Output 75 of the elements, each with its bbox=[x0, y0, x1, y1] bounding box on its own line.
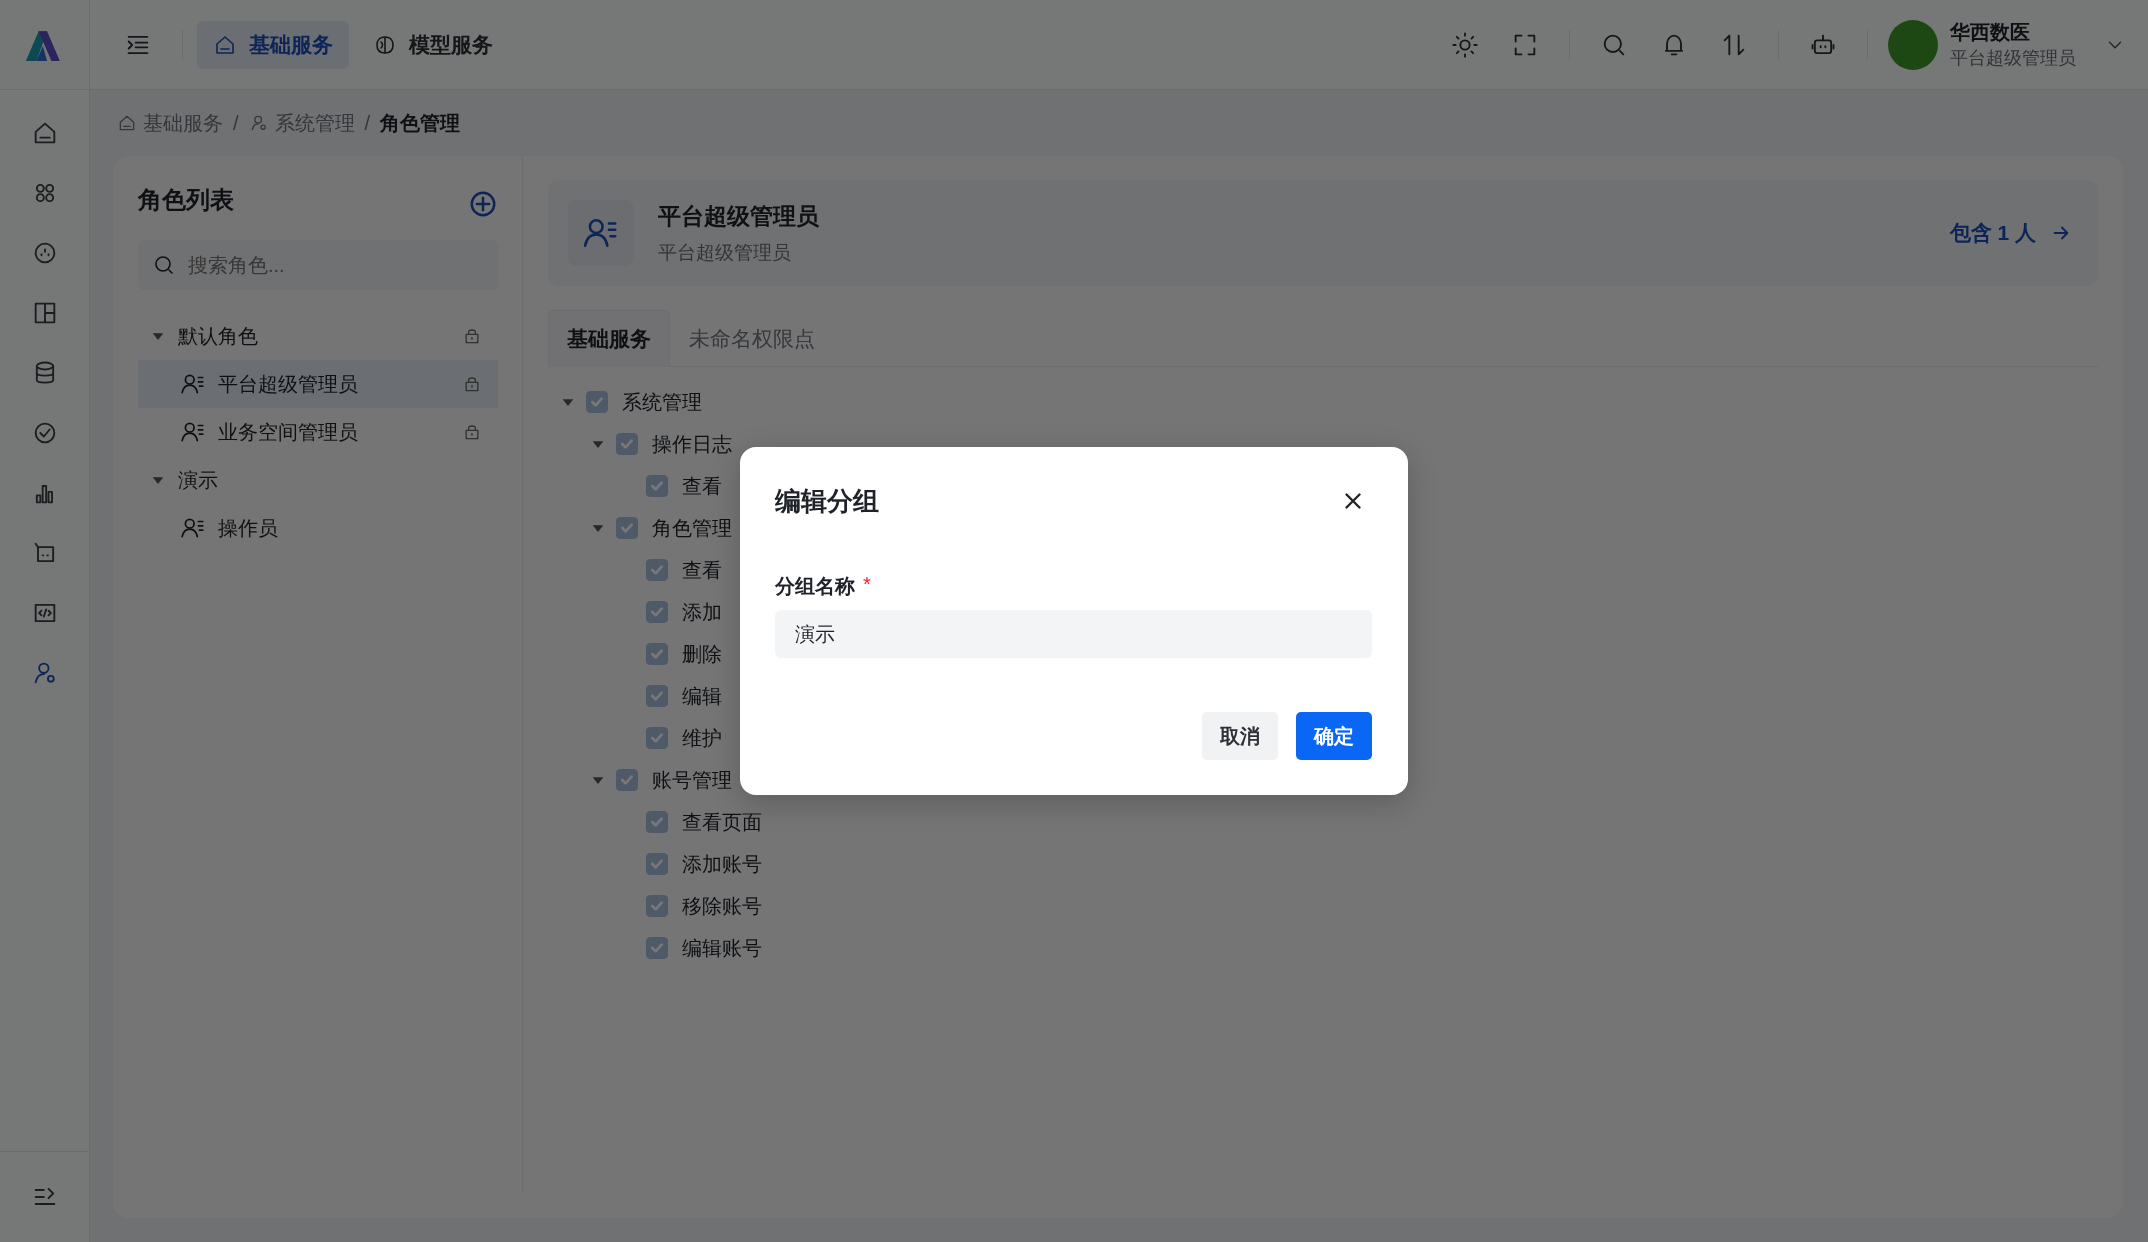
checkbox[interactable] bbox=[646, 895, 668, 917]
checkmark-icon bbox=[619, 772, 635, 788]
permission-label: 查看页面 bbox=[682, 809, 762, 835]
checkmark-icon bbox=[619, 520, 635, 536]
breadcrumb-separator: / bbox=[364, 111, 371, 135]
checkmark-icon bbox=[589, 394, 605, 410]
field-label: 分组名称 bbox=[775, 574, 855, 599]
role-item[interactable]: 操作员 bbox=[138, 504, 498, 552]
add-icon[interactable] bbox=[468, 189, 498, 219]
home-icon bbox=[117, 113, 137, 133]
breadcrumb-item: 角色管理 bbox=[380, 110, 461, 136]
confirm-button[interactable]: 确定 bbox=[1296, 712, 1372, 760]
members-link[interactable]: 包含 1 人 bbox=[1949, 219, 2036, 247]
checkmark-icon bbox=[649, 646, 665, 662]
checkbox[interactable] bbox=[646, 727, 668, 749]
breadcrumb-item[interactable]: 系统管理 bbox=[274, 109, 355, 137]
search-icon bbox=[152, 253, 176, 277]
checkmark-icon bbox=[649, 814, 665, 830]
permission-label: 查看 bbox=[682, 473, 722, 499]
role-description: 平台超级管理员 bbox=[658, 240, 792, 265]
user-list-icon bbox=[568, 200, 634, 266]
dialog-title: 编辑分组 bbox=[775, 484, 879, 518]
checkbox[interactable] bbox=[646, 937, 668, 959]
breadcrumb-item[interactable]: 基础服务 bbox=[143, 109, 223, 137]
role-item[interactable]: 业务空间管理员 bbox=[138, 408, 498, 456]
checkbox[interactable] bbox=[616, 769, 638, 791]
checkmark-icon bbox=[649, 688, 665, 704]
input-field[interactable]: 演示 bbox=[775, 610, 1372, 658]
checkmark-icon bbox=[649, 604, 665, 620]
checkbox[interactable] bbox=[646, 811, 668, 833]
checkmark-icon bbox=[649, 940, 665, 956]
cancel-button[interactable]: 取消 bbox=[1202, 712, 1278, 760]
checkmark-icon bbox=[649, 856, 665, 872]
checkbox[interactable] bbox=[646, 559, 668, 581]
permission-label: 编辑 bbox=[682, 683, 722, 709]
checkmark-icon bbox=[619, 436, 635, 452]
breadcrumb-separator: / bbox=[233, 111, 239, 135]
user-name: 华西数医 bbox=[1950, 20, 2031, 45]
checkbox[interactable] bbox=[646, 853, 668, 875]
permission-label: 操作日志 bbox=[652, 431, 732, 457]
role-group-label[interactable]: 演示 bbox=[178, 466, 482, 494]
checkbox[interactable] bbox=[616, 517, 638, 539]
permission-label: 添加 bbox=[682, 599, 722, 625]
permission-label: 添加账号 bbox=[682, 851, 762, 877]
permission-label: 维护 bbox=[682, 725, 722, 751]
role-item[interactable]: 平台超级管理员 bbox=[138, 360, 498, 408]
permission-label: 系统管理 bbox=[622, 389, 702, 415]
checkbox[interactable] bbox=[646, 601, 668, 623]
permission-label: 查看 bbox=[682, 557, 722, 583]
nav-tab[interactable]: 基础服务 bbox=[197, 20, 349, 69]
checkbox[interactable] bbox=[646, 475, 668, 497]
permission-label: 移除账号 bbox=[682, 893, 762, 919]
checkmark-icon bbox=[649, 730, 665, 746]
checkbox[interactable] bbox=[586, 391, 608, 413]
tab[interactable]: 基础服务 bbox=[548, 310, 670, 367]
permission-label: 账号管理 bbox=[652, 767, 732, 793]
checkmark-icon bbox=[649, 898, 665, 914]
avatar[interactable] bbox=[1888, 19, 1938, 70]
checkmark-icon bbox=[649, 562, 665, 578]
checkbox[interactable] bbox=[646, 685, 668, 707]
role-title: 平台超级管理员 bbox=[658, 201, 819, 231]
sun-icon[interactable] bbox=[1451, 30, 1479, 59]
user-role: 平台超级管理员 bbox=[1950, 47, 2076, 70]
checkbox[interactable] bbox=[616, 433, 638, 455]
permission-label: 编辑账号 bbox=[682, 935, 762, 961]
tab[interactable]: 未命名权限点 bbox=[670, 310, 834, 367]
nav-tab[interactable]: 模型服务 bbox=[357, 20, 509, 69]
search-field[interactable]: 搜索角色... bbox=[138, 240, 498, 290]
required-mark: * bbox=[863, 573, 871, 597]
checkbox[interactable] bbox=[646, 643, 668, 665]
permission-label: 删除 bbox=[682, 641, 722, 667]
panel-title: 角色列表 bbox=[138, 185, 234, 215]
permission-label: 角色管理 bbox=[652, 515, 732, 541]
role-group-label[interactable]: 默认角色 bbox=[178, 322, 450, 350]
checkmark-icon bbox=[649, 478, 665, 494]
